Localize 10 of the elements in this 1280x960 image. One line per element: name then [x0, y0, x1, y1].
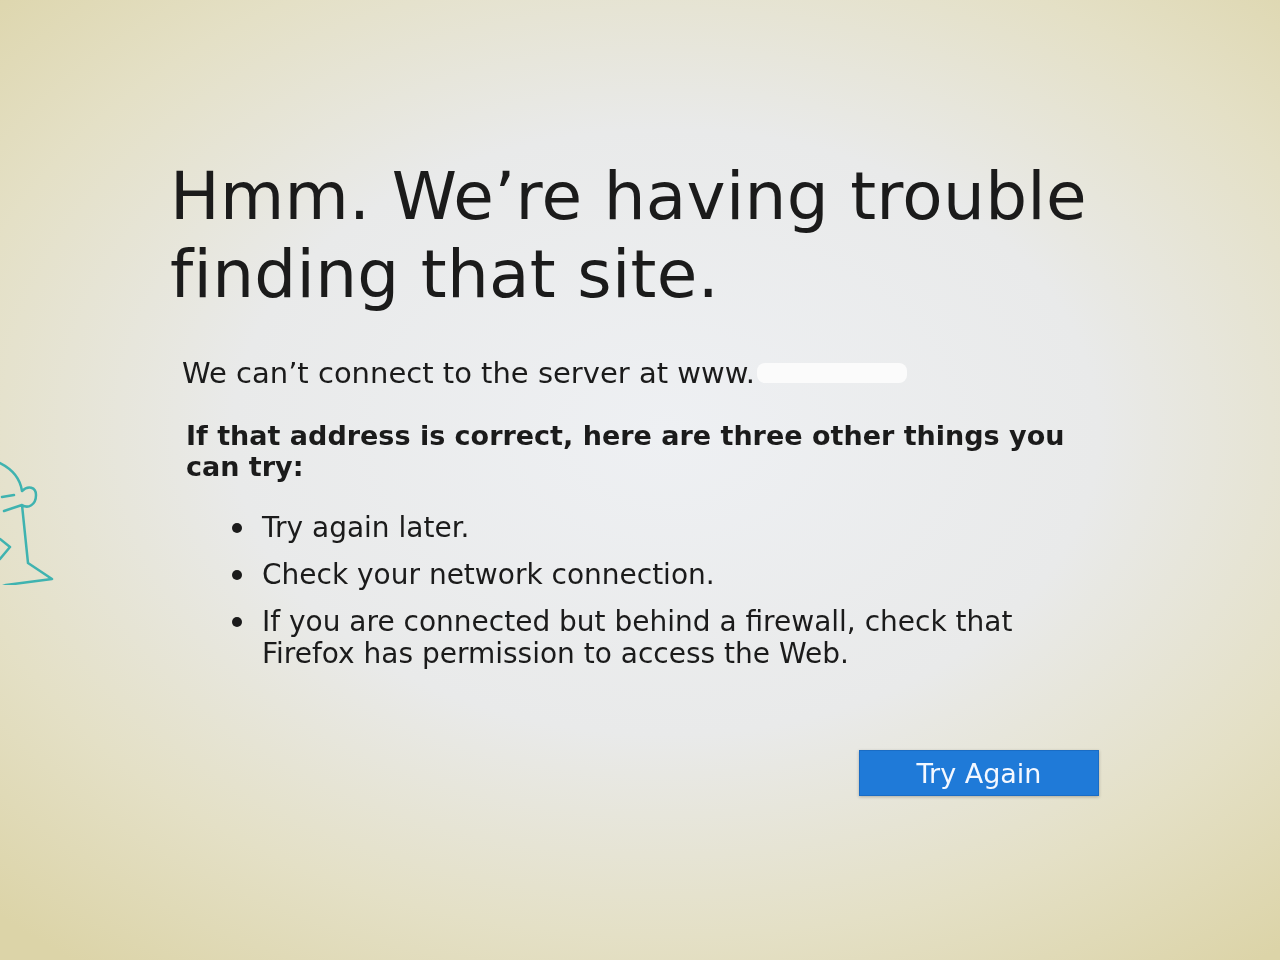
bullet-icon	[232, 523, 242, 533]
error-heading: Hmm. We’re having trouble finding that site.	[170, 158, 1088, 314]
suggestions-intro: If that address is correct, here are three other things you can try:	[186, 420, 1066, 482]
suggestion-text: Try again later.	[262, 512, 471, 544]
try-again-button[interactable]: Try Again	[859, 750, 1099, 796]
bullet-icon	[232, 570, 242, 580]
bullet-icon	[232, 617, 242, 627]
suggestion-text: If you are connected but behind a firewall, check that Firefox has permission to access the Web.	[262, 606, 1014, 670]
error-message: We can’t connect to the server at www.	[182, 356, 755, 390]
suggestion-text: Check your network connection.	[262, 559, 716, 591]
